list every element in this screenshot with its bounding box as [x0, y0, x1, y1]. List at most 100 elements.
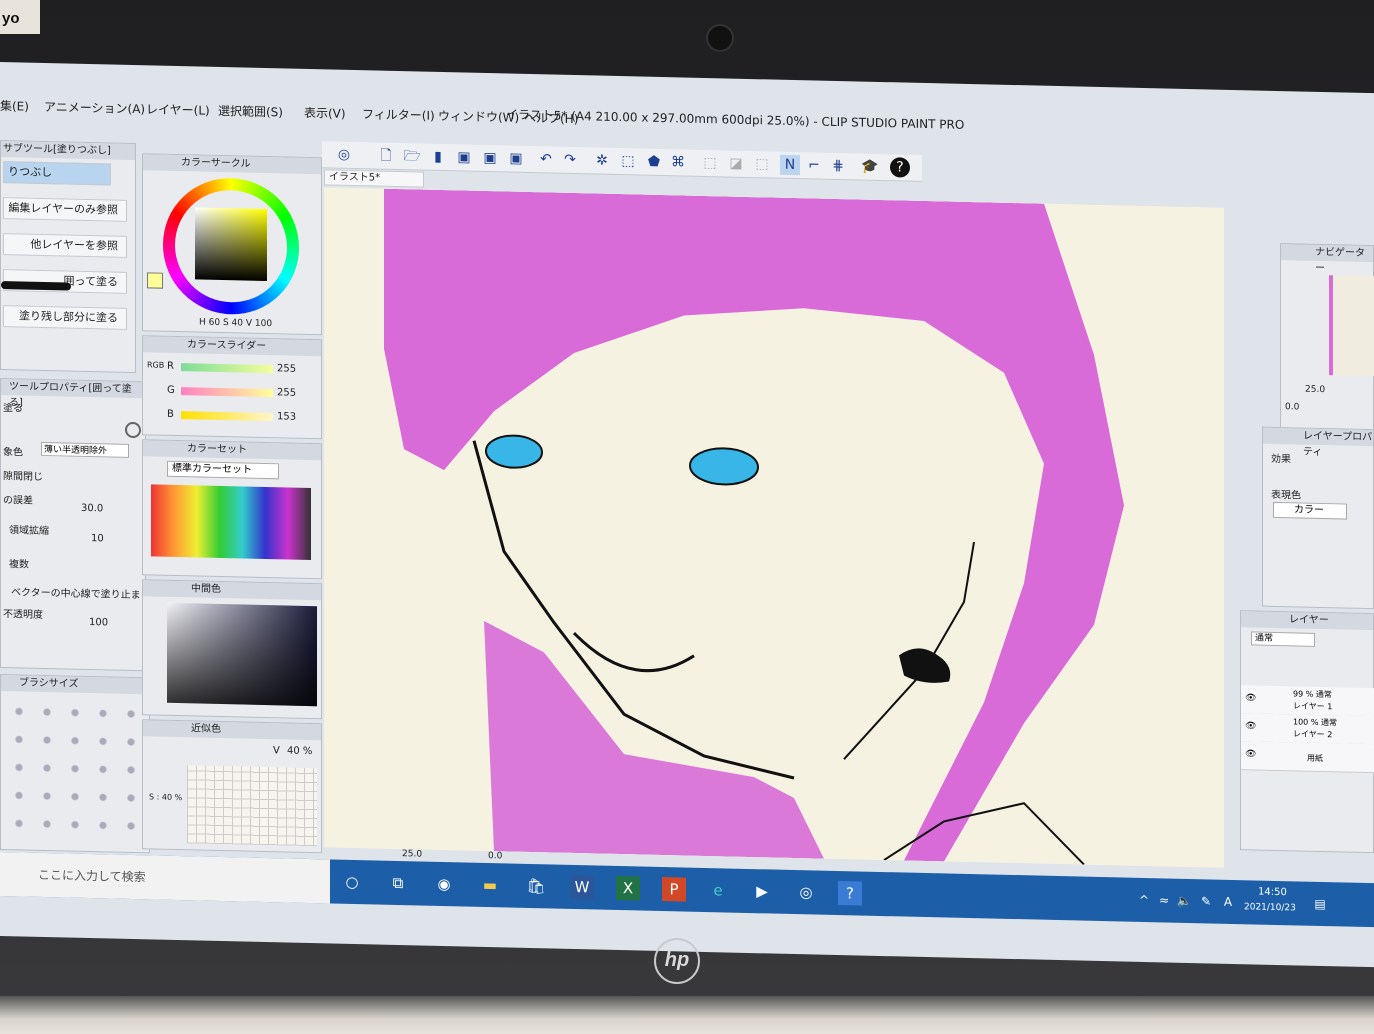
main-color-swatch[interactable] [147, 272, 163, 289]
clip-studio-paint-taskbar-icon[interactable]: ? [838, 881, 862, 906]
menu-animation[interactable]: アニメーション(A) [44, 98, 145, 117]
slider-g[interactable] [181, 387, 273, 398]
clear-icon[interactable]: ⬚ [618, 151, 638, 171]
undo-icon[interactable]: ↶ [536, 149, 556, 169]
canvas-angle[interactable]: 0.0 [488, 851, 502, 861]
opacity-value[interactable]: 100 [89, 617, 108, 628]
menu-view[interactable]: 表示(V) [304, 104, 346, 122]
new-file-icon[interactable]: 🗋 [376, 146, 396, 166]
menu-window[interactable]: ウィンドウ(W) [438, 107, 519, 126]
zoom-icon[interactable]: ▶ [750, 879, 774, 904]
intermediate-grid[interactable] [167, 602, 317, 707]
layer-opacity: 100 % 通常 [1293, 717, 1337, 728]
area-scaling-value[interactable]: 10 [91, 533, 104, 544]
navigator-panel: ナビゲーター 25.0 0.0 [1280, 243, 1374, 436]
learn-icon[interactable]: 🎓 [860, 157, 880, 177]
color-set-select[interactable]: 標準カラーセット [167, 460, 279, 480]
tolerance-value[interactable]: 30.0 [81, 503, 103, 515]
color-circle-panel: カラーサークル H 60 S 40 V 100 [142, 153, 322, 336]
cortana-icon[interactable]: ○ [340, 870, 364, 895]
eye-icon[interactable]: 👁 [1245, 749, 1256, 759]
taskbar-search[interactable]: ここに入力して検索 [0, 852, 330, 904]
slider-b[interactable] [181, 411, 273, 422]
fill-icon[interactable]: ⬟ [644, 152, 664, 172]
clip-studio-taskbar-icon[interactable]: ◎ [794, 880, 818, 905]
canvas-zoom[interactable]: 25.0 [402, 849, 422, 859]
transform-icon[interactable]: ⌘ [668, 152, 688, 172]
subtool-item-fill[interactable]: りつぶし [3, 161, 111, 186]
excel-icon[interactable]: X [616, 875, 640, 901]
file-explorer-icon[interactable]: ▬ [478, 873, 502, 898]
navigator-title: ナビゲーター [1281, 244, 1373, 274]
navigator-angle[interactable]: 0.0 [1285, 402, 1299, 412]
export-jpg-icon[interactable]: ▣ [454, 147, 474, 167]
word-icon[interactable]: W [570, 874, 594, 900]
notification-icon[interactable]: ▤ [1308, 892, 1332, 917]
volume-icon[interactable]: 🔈 [1172, 889, 1196, 914]
invert-selection-icon[interactable]: ◪ [726, 153, 746, 173]
redo-icon[interactable]: ↷ [560, 150, 580, 170]
target-color-select[interactable]: 薄い半透明除外 [41, 441, 129, 458]
clip-studio-icon[interactable]: ◎ [334, 145, 354, 165]
channel-b-value[interactable]: 153 [277, 411, 296, 422]
snap-special-ruler-icon[interactable]: ⌐ [804, 155, 824, 175]
tool-property-panel: ツールプロパティ[囲って塗る] 塗る 象色 薄い半透明除外 隙間閉じ の誤差 3… [0, 378, 151, 672]
open-file-icon[interactable]: 🗁 [402, 146, 422, 166]
task-view-icon[interactable]: ⧉ [386, 871, 410, 896]
snap-ruler-icon[interactable]: N [780, 154, 800, 176]
subtool-item-edit-layer[interactable]: 編集レイヤーのみ参照 [3, 197, 127, 222]
search-icon[interactable] [125, 421, 141, 439]
approx-color-panel: 近似色 V 40 % S : 40 % [142, 719, 322, 854]
menu-edit[interactable]: 集(E) [0, 97, 29, 115]
drawing-canvas[interactable] [324, 187, 1224, 868]
blend-mode-select[interactable]: 通常 [1251, 631, 1315, 647]
snap-grid-icon[interactable]: ⋕ [828, 156, 848, 176]
subtool-label: 囲って塗る [63, 274, 118, 289]
menu-help[interactable]: ヘルプ(H) [524, 109, 578, 127]
mode-label-rgb[interactable]: RGB [147, 360, 164, 369]
eye-icon[interactable]: 👁 [1245, 693, 1256, 703]
menu-layer[interactable]: レイヤー(L) [146, 100, 210, 118]
expression-select[interactable]: カラー [1273, 501, 1347, 520]
channel-r-label: R [167, 360, 174, 372]
blend-mode-value: 通常 [1255, 633, 1274, 644]
clock-date[interactable]: 2021/10/23 [1244, 902, 1296, 913]
document-tab[interactable]: イラスト5* [324, 169, 424, 188]
chrome-icon[interactable]: ◉ [432, 872, 456, 897]
export-psd-icon[interactable]: ▣ [506, 148, 526, 168]
approx-grid[interactable] [187, 765, 317, 847]
ime-indicator[interactable]: A [1216, 890, 1240, 915]
powerpoint-icon[interactable]: P [662, 877, 686, 902]
intermediate-title: 中間色 [143, 580, 321, 601]
approx-v-value[interactable]: 40 % [287, 746, 312, 758]
color-circle-title: カラーサークル [143, 154, 321, 175]
slider-r[interactable] [181, 363, 273, 374]
channel-r-value[interactable]: 255 [277, 363, 296, 374]
menu-filter[interactable]: フィルター(I) [362, 105, 435, 124]
pen-icon[interactable]: ✎ [1194, 889, 1218, 914]
navigator-zoom[interactable]: 25.0 [1305, 385, 1325, 395]
clock-time[interactable]: 14:50 [1258, 887, 1287, 899]
save-icon[interactable]: ▮ [428, 147, 448, 167]
channel-g-label: G [167, 384, 175, 396]
channel-g-value[interactable]: 255 [277, 387, 296, 398]
eye-icon[interactable]: 👁 [1245, 721, 1256, 731]
menu-selection[interactable]: 選択範囲(S) [218, 102, 283, 120]
export-png-icon[interactable]: ▣ [480, 148, 500, 168]
subtool-item-other-layer[interactable]: 他レイヤーを参照 [3, 233, 127, 258]
color-swatch-grid[interactable] [151, 484, 311, 561]
deselect-icon[interactable]: ⬚ [700, 153, 720, 173]
loading-icon[interactable]: ✲ [592, 150, 612, 170]
show-selection-icon[interactable]: ⬚ [752, 154, 772, 174]
store-icon[interactable]: 🛍 [524, 874, 548, 899]
layer-row[interactable]: 👁 100 % 通常 レイヤー 2 [1241, 713, 1374, 746]
target-color-value: 薄い半透明除外 [44, 444, 108, 457]
subtool-item-unpainted[interactable]: 塗り残し部分に塗る [3, 305, 127, 330]
edge-icon[interactable]: e [706, 878, 730, 903]
sv-square[interactable] [195, 207, 267, 282]
brush-size-grid[interactable] [5, 697, 145, 849]
navigator-preview[interactable] [1329, 275, 1374, 377]
layer-row[interactable]: 👁 99 % 通常 レイヤー 1 [1241, 685, 1374, 718]
help-icon[interactable]: ? [890, 157, 910, 178]
layer-row[interactable]: 👁 用紙 [1241, 741, 1374, 774]
